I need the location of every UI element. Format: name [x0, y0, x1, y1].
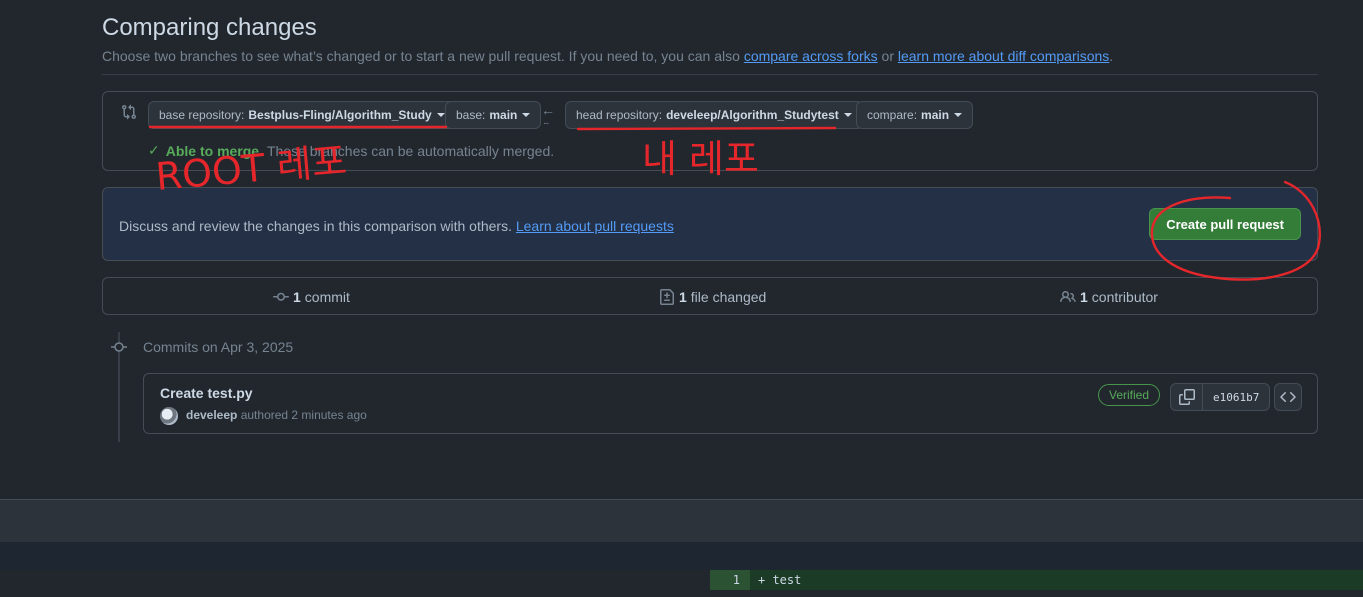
merge-status-text: These branches can be automatically merg… — [266, 142, 555, 159]
commit-sha-group: e1061b7 — [1170, 383, 1271, 411]
commit-time: authored 2 minutes ago — [237, 408, 367, 422]
footer-band — [0, 499, 1363, 542]
files-changed-stat[interactable]: 1 file changed — [659, 289, 766, 305]
files-label: file changed — [690, 289, 767, 305]
file-diff-icon — [660, 289, 674, 305]
git-commit-icon — [111, 342, 127, 352]
base-branch-label: base: — [456, 108, 486, 122]
merge-status: ✓ Able to merge. These branches can be a… — [148, 142, 554, 159]
description-suffix: . — [1109, 48, 1114, 64]
learn-diff-comparisons-link[interactable]: learn more about diff comparisons — [898, 48, 1109, 64]
commits-stat[interactable]: 1 commit — [273, 289, 350, 305]
diff-line-code: + test — [750, 570, 1363, 590]
compare-branch-select[interactable]: compare: main — [856, 101, 974, 129]
description-or: or — [877, 48, 898, 64]
commit-sha-link[interactable]: e1061b7 — [1203, 384, 1269, 410]
learn-about-pull-requests-link[interactable]: Learn about pull requests — [516, 218, 674, 234]
contributors-count: 1 — [1080, 289, 1088, 305]
commits-label: commit — [304, 289, 350, 305]
base-branch-value: main — [489, 108, 518, 122]
files-count: 1 — [679, 289, 687, 305]
description-prefix: Choose two branches to see what’s change… — [102, 48, 744, 64]
avatar[interactable] — [160, 407, 178, 425]
git-compare-icon[interactable] — [121, 104, 137, 120]
compare-branch-label: compare: — [867, 108, 918, 122]
diff-line-number[interactable]: 1 — [710, 570, 750, 590]
caret-down-icon — [843, 113, 852, 117]
create-pull-request-button[interactable]: Create pull request — [1149, 208, 1301, 240]
discuss-banner: Discuss and review the changes in this c… — [102, 187, 1318, 261]
base-repository-value: Bestplus-Fling/Algorithm_Study — [248, 108, 432, 122]
page-title: Comparing changes — [102, 14, 317, 41]
head-repository-select[interactable]: head repository: develeep/Algorithm_Study… — [565, 101, 863, 129]
discuss-text: Discuss and review the changes in this c… — [119, 218, 674, 234]
base-branch-select[interactable]: base: main — [445, 101, 542, 129]
comparison-stats: 1 commit 1 file changed 1 contributor — [102, 277, 1318, 315]
verified-badge[interactable]: Verified — [1098, 384, 1161, 406]
caret-down-icon — [436, 113, 445, 117]
compare-across-forks-link[interactable]: compare across forks — [744, 48, 878, 64]
people-icon — [1060, 290, 1076, 303]
ellipsis-icon: ... — [543, 116, 549, 127]
commit-author-link[interactable]: develeep — [186, 408, 237, 422]
check-icon: ✓ — [148, 142, 160, 158]
commit-item: Create test.py develeep authored 2 minut… — [143, 373, 1318, 434]
head-repository-label: head repository: — [576, 108, 663, 122]
commit-meta: develeep authored 2 minutes ago — [186, 408, 367, 422]
diff-header — [0, 542, 1363, 570]
base-repository-label: base repository: — [159, 108, 245, 122]
copy-sha-button[interactable] — [1171, 384, 1203, 410]
contributors-stat[interactable]: 1 contributor — [1060, 289, 1158, 305]
discuss-text-body: Discuss and review the changes in this c… — [119, 218, 516, 234]
page-description: Choose two branches to see what’s change… — [102, 48, 1113, 64]
code-icon — [1280, 391, 1296, 403]
caret-down-icon — [954, 113, 963, 117]
contributors-label: contributor — [1091, 289, 1158, 305]
merge-status-ok: Able to merge. — [165, 142, 263, 159]
git-commit-icon — [273, 292, 289, 301]
compare-branch-value: main — [921, 108, 950, 122]
base-repository-select[interactable]: base repository: Bestplus-Fling/Algorithm… — [148, 101, 456, 129]
range-editor: base repository: Bestplus-Fling/Algorithm… — [102, 91, 1318, 171]
copy-icon — [1178, 389, 1195, 405]
divider — [102, 74, 1318, 75]
head-repository-value: develeep/Algorithm_Studytest — [666, 108, 839, 122]
commits-count: 1 — [293, 289, 301, 305]
commit-title-link[interactable]: Create test.py — [160, 385, 253, 401]
diff-line: 1 + test — [0, 570, 1363, 590]
browse-repository-button[interactable] — [1274, 383, 1302, 411]
commits-date-heading: Commits on Apr 3, 2025 — [143, 339, 294, 355]
caret-down-icon — [522, 113, 531, 117]
